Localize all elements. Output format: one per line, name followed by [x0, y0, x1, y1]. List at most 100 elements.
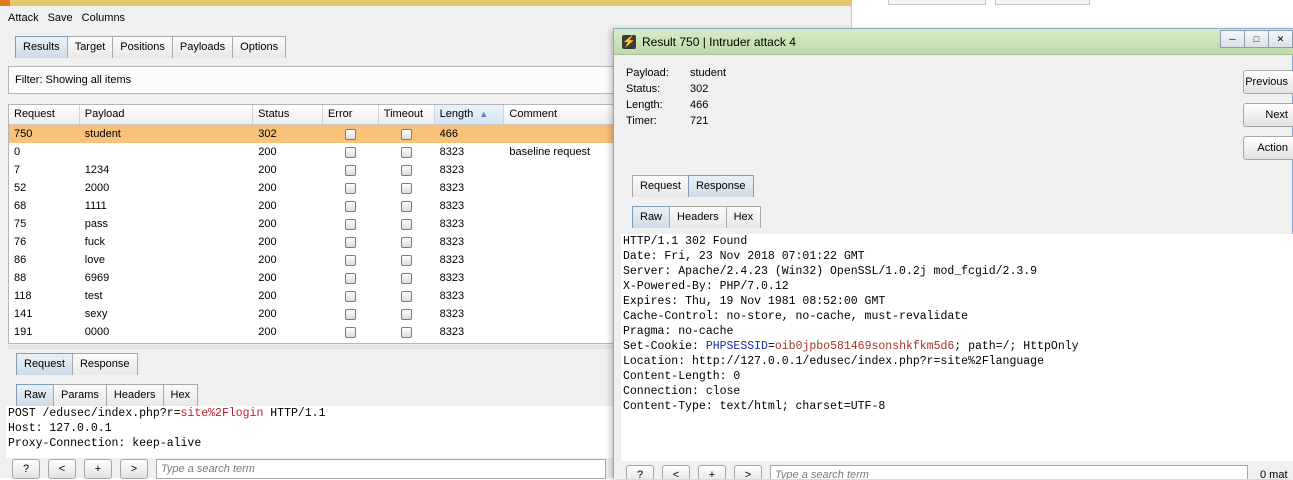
cell-length: 8323	[439, 290, 465, 302]
table-row[interactable]: 7 1234 200 8323	[9, 161, 617, 179]
message-view-tabs: Raw Params Headers Hex	[16, 384, 199, 406]
timeout-checkbox	[401, 308, 413, 320]
tab-results[interactable]: Results	[15, 36, 68, 58]
cell-error	[323, 215, 379, 233]
request-line-prefix: POST /edusec/index.php?r=	[8, 407, 181, 420]
cell-error	[323, 251, 379, 269]
info-label: Payload:	[626, 67, 669, 79]
table-row[interactable]: 191 0000 200 8323	[9, 323, 617, 341]
response-editor[interactable]: HTTP/1.1 302 Found Date: Fri, 23 Nov 201…	[621, 234, 1293, 461]
table-row[interactable]: 118 test 200 8323	[9, 287, 617, 305]
options-button[interactable]: +	[84, 459, 112, 479]
tab-positions[interactable]: Positions	[112, 36, 173, 58]
error-checkbox	[345, 200, 357, 212]
column-length[interactable]: Length ▲	[434, 105, 505, 124]
column-payload[interactable]: Payload	[80, 105, 254, 124]
column-timeout[interactable]: Timeout	[379, 105, 435, 124]
cell-payload: test	[84, 290, 103, 302]
options-button[interactable]: +	[698, 465, 726, 479]
window-title-strip	[0, 0, 852, 6]
column-length-label: Length	[439, 108, 474, 120]
table-row[interactable]: 141 sexy 200 8323	[9, 305, 617, 323]
previous-match-button[interactable]: <	[662, 465, 690, 479]
help-button[interactable]: ?	[626, 465, 654, 479]
table-row[interactable]: 86 love 200 8323	[9, 251, 617, 269]
cell-payload: 1234	[84, 164, 110, 176]
cell-request: 88	[14, 272, 27, 284]
info-value: 466	[690, 99, 709, 111]
table-row[interactable]: 0 200 8323 baseline request	[9, 143, 617, 161]
previous-match-button[interactable]: <	[48, 459, 76, 479]
tab-raw[interactable]: Raw	[16, 384, 55, 406]
response-line: Location: http://127.0.0.1/edusec/index.…	[623, 355, 1044, 368]
tab-raw[interactable]: Raw	[632, 206, 671, 228]
tab-options[interactable]: Options	[232, 36, 287, 58]
tab-headers[interactable]: Headers	[669, 206, 727, 228]
action-button[interactable]: Action	[1243, 136, 1293, 160]
splitter[interactable]	[8, 345, 618, 349]
cell-error	[323, 125, 379, 143]
response-line: Pragma: no-cache	[623, 325, 734, 338]
request-editor[interactable]: POST /edusec/index.php?r=site%2Flogin HT…	[6, 406, 616, 458]
error-checkbox	[345, 164, 357, 176]
response-line: Expires: Thu, 19 Nov 1981 08:52:00 GMT	[623, 295, 886, 308]
next-match-button[interactable]: >	[120, 459, 148, 479]
cell-timeout	[379, 305, 435, 323]
column-error[interactable]: Error	[323, 105, 379, 124]
cell-comment	[504, 161, 617, 179]
tab-hex[interactable]: Hex	[725, 206, 762, 228]
table-header: Request Payload Status Error Timeout Len…	[9, 105, 617, 125]
tab-request[interactable]: Request	[16, 353, 73, 375]
background-control	[995, 0, 1090, 5]
minimize-icon[interactable]: ─	[1220, 30, 1245, 48]
cell-length: 8323	[439, 308, 465, 320]
next-match-button[interactable]: >	[734, 465, 762, 479]
next-button[interactable]: Next	[1243, 103, 1293, 127]
menu-attack[interactable]: Attack	[8, 12, 39, 28]
column-request[interactable]: Request	[9, 105, 80, 124]
previous-button[interactable]: Previous	[1243, 70, 1293, 94]
result-title-bar[interactable]: ⚡ Result 750 | Intruder attack 4 ─ □ ✕	[614, 29, 1293, 55]
help-button[interactable]: ?	[12, 459, 40, 479]
search-input[interactable]: Type a search term	[156, 459, 606, 479]
tab-params[interactable]: Params	[53, 384, 107, 406]
cell-timeout	[379, 161, 435, 179]
close-icon[interactable]: ✕	[1268, 30, 1293, 48]
column-status[interactable]: Status	[253, 105, 323, 124]
cell-length: 8323	[439, 146, 465, 158]
tab-target[interactable]: Target	[66, 36, 114, 58]
cell-payload	[80, 143, 253, 161]
cell-length: 8323	[439, 254, 465, 266]
cell-timeout	[379, 179, 435, 197]
cell-status: 302	[258, 128, 277, 140]
table-row[interactable]: 76 fuck 200 8323	[9, 233, 617, 251]
cell-request: 76	[14, 236, 27, 248]
column-comment[interactable]: Comment	[504, 105, 617, 124]
filter-bar[interactable]: Filter: Showing all items	[8, 66, 648, 94]
maximize-icon[interactable]: □	[1244, 30, 1269, 48]
tab-request[interactable]: Request	[632, 175, 689, 197]
menu-columns[interactable]: Columns	[82, 12, 125, 28]
tab-payloads[interactable]: Payloads	[171, 36, 234, 58]
cell-request: 68	[14, 200, 27, 212]
table-row[interactable]: 88 6969 200 8323	[9, 269, 617, 287]
menu-save[interactable]: Save	[48, 12, 73, 28]
result-search-area: ? < + > Type a search term 0 mat	[614, 461, 1293, 479]
search-input[interactable]: Type a search term	[770, 465, 1248, 479]
window-controls: ─ □ ✕	[1220, 30, 1293, 48]
cell-length: 8323	[439, 164, 465, 176]
cell-timeout	[379, 197, 435, 215]
set-cookie-prefix: Set-Cookie:	[623, 340, 706, 353]
table-row[interactable]: 75 pass 200 8323	[9, 215, 617, 233]
cell-error	[323, 323, 379, 341]
table-row[interactable]: 68 1111 200 8323	[9, 197, 617, 215]
table-row[interactable]: 52 2000 200 8323	[9, 179, 617, 197]
error-checkbox	[345, 308, 357, 320]
tab-hex[interactable]: Hex	[162, 384, 199, 406]
cell-comment	[504, 125, 617, 143]
tab-response[interactable]: Response	[687, 175, 754, 197]
table-row[interactable]: 750 student 302 466	[9, 125, 617, 143]
tab-response[interactable]: Response	[71, 353, 138, 375]
tab-headers[interactable]: Headers	[105, 384, 164, 406]
cell-status: 200	[258, 200, 277, 212]
